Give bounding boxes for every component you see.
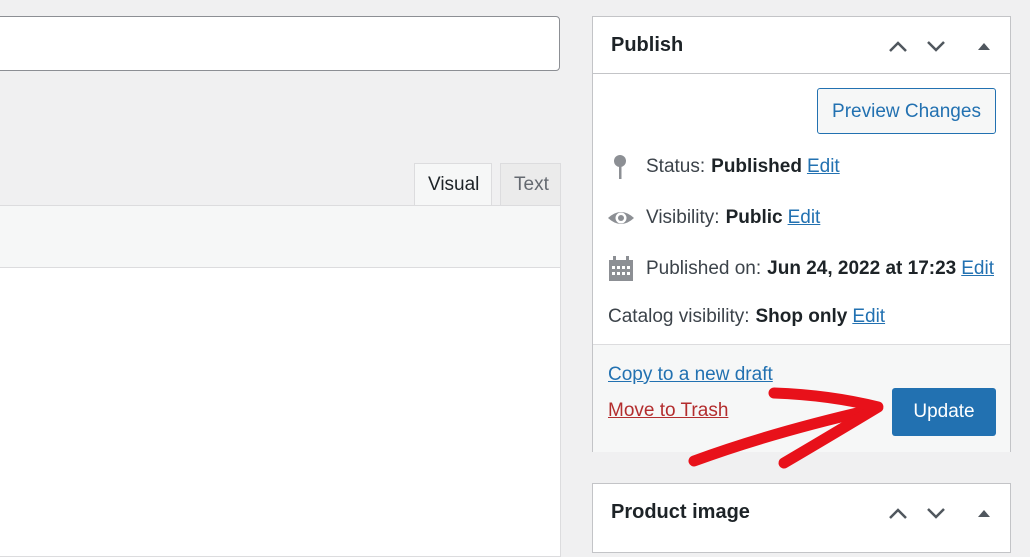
product-image-title: Product image — [611, 501, 750, 523]
catalog-visibility-value: Shop only — [755, 306, 848, 327]
preview-changes-button[interactable]: Preview Changes — [817, 88, 996, 134]
status-row: Status: Published Edit — [607, 153, 840, 181]
caret-up-icon[interactable] — [972, 503, 996, 523]
post-title-input[interactable] — [0, 16, 560, 71]
chevron-down-icon[interactable] — [924, 503, 948, 523]
edit-visibility-link[interactable]: Edit — [788, 207, 821, 229]
visibility-row: Visibility: Public Edit — [607, 204, 820, 232]
tab-text[interactable]: Text — [500, 163, 561, 206]
edit-catalog-visibility-link[interactable]: Edit — [852, 306, 885, 328]
status-label: Status: — [646, 156, 706, 177]
product-image-header: Product image — [593, 484, 1010, 540]
catalog-visibility-label: Catalog visibility: — [608, 306, 750, 327]
tab-visual[interactable]: Visual — [414, 163, 492, 206]
eye-icon — [608, 212, 634, 224]
update-button[interactable]: Update — [892, 388, 996, 436]
status-value: Published — [711, 156, 802, 177]
publish-box-title: Publish — [611, 34, 684, 56]
chevron-up-icon[interactable] — [886, 503, 910, 523]
published-on-row: Published on: Jun 24, 2022 at 17:23 Edit — [607, 255, 994, 283]
copy-to-draft-link[interactable]: Copy to a new draft — [608, 364, 773, 386]
chevron-up-icon[interactable] — [886, 36, 910, 56]
caret-up-icon[interactable] — [972, 36, 996, 56]
chevron-down-icon[interactable] — [924, 36, 948, 56]
edit-published-on-link[interactable]: Edit — [961, 258, 994, 280]
published-on-value: Jun 24, 2022 at 17:23 — [767, 258, 957, 279]
red-arrow-annotation — [688, 387, 884, 469]
calendar-icon — [609, 256, 633, 281]
editor-content-area[interactable] — [0, 267, 561, 557]
published-on-label: Published on: — [646, 258, 762, 279]
visibility-value: Public — [725, 207, 783, 228]
editor-toolbar — [0, 205, 561, 268]
publish-box-header: Publish — [593, 17, 1010, 74]
visibility-label: Visibility: — [646, 207, 720, 228]
edit-status-link[interactable]: Edit — [807, 156, 840, 178]
pin-icon — [614, 155, 626, 179]
product-image-box: Product image — [592, 483, 1011, 553]
catalog-visibility-row: Catalog visibility: Shop only Edit — [608, 306, 885, 328]
